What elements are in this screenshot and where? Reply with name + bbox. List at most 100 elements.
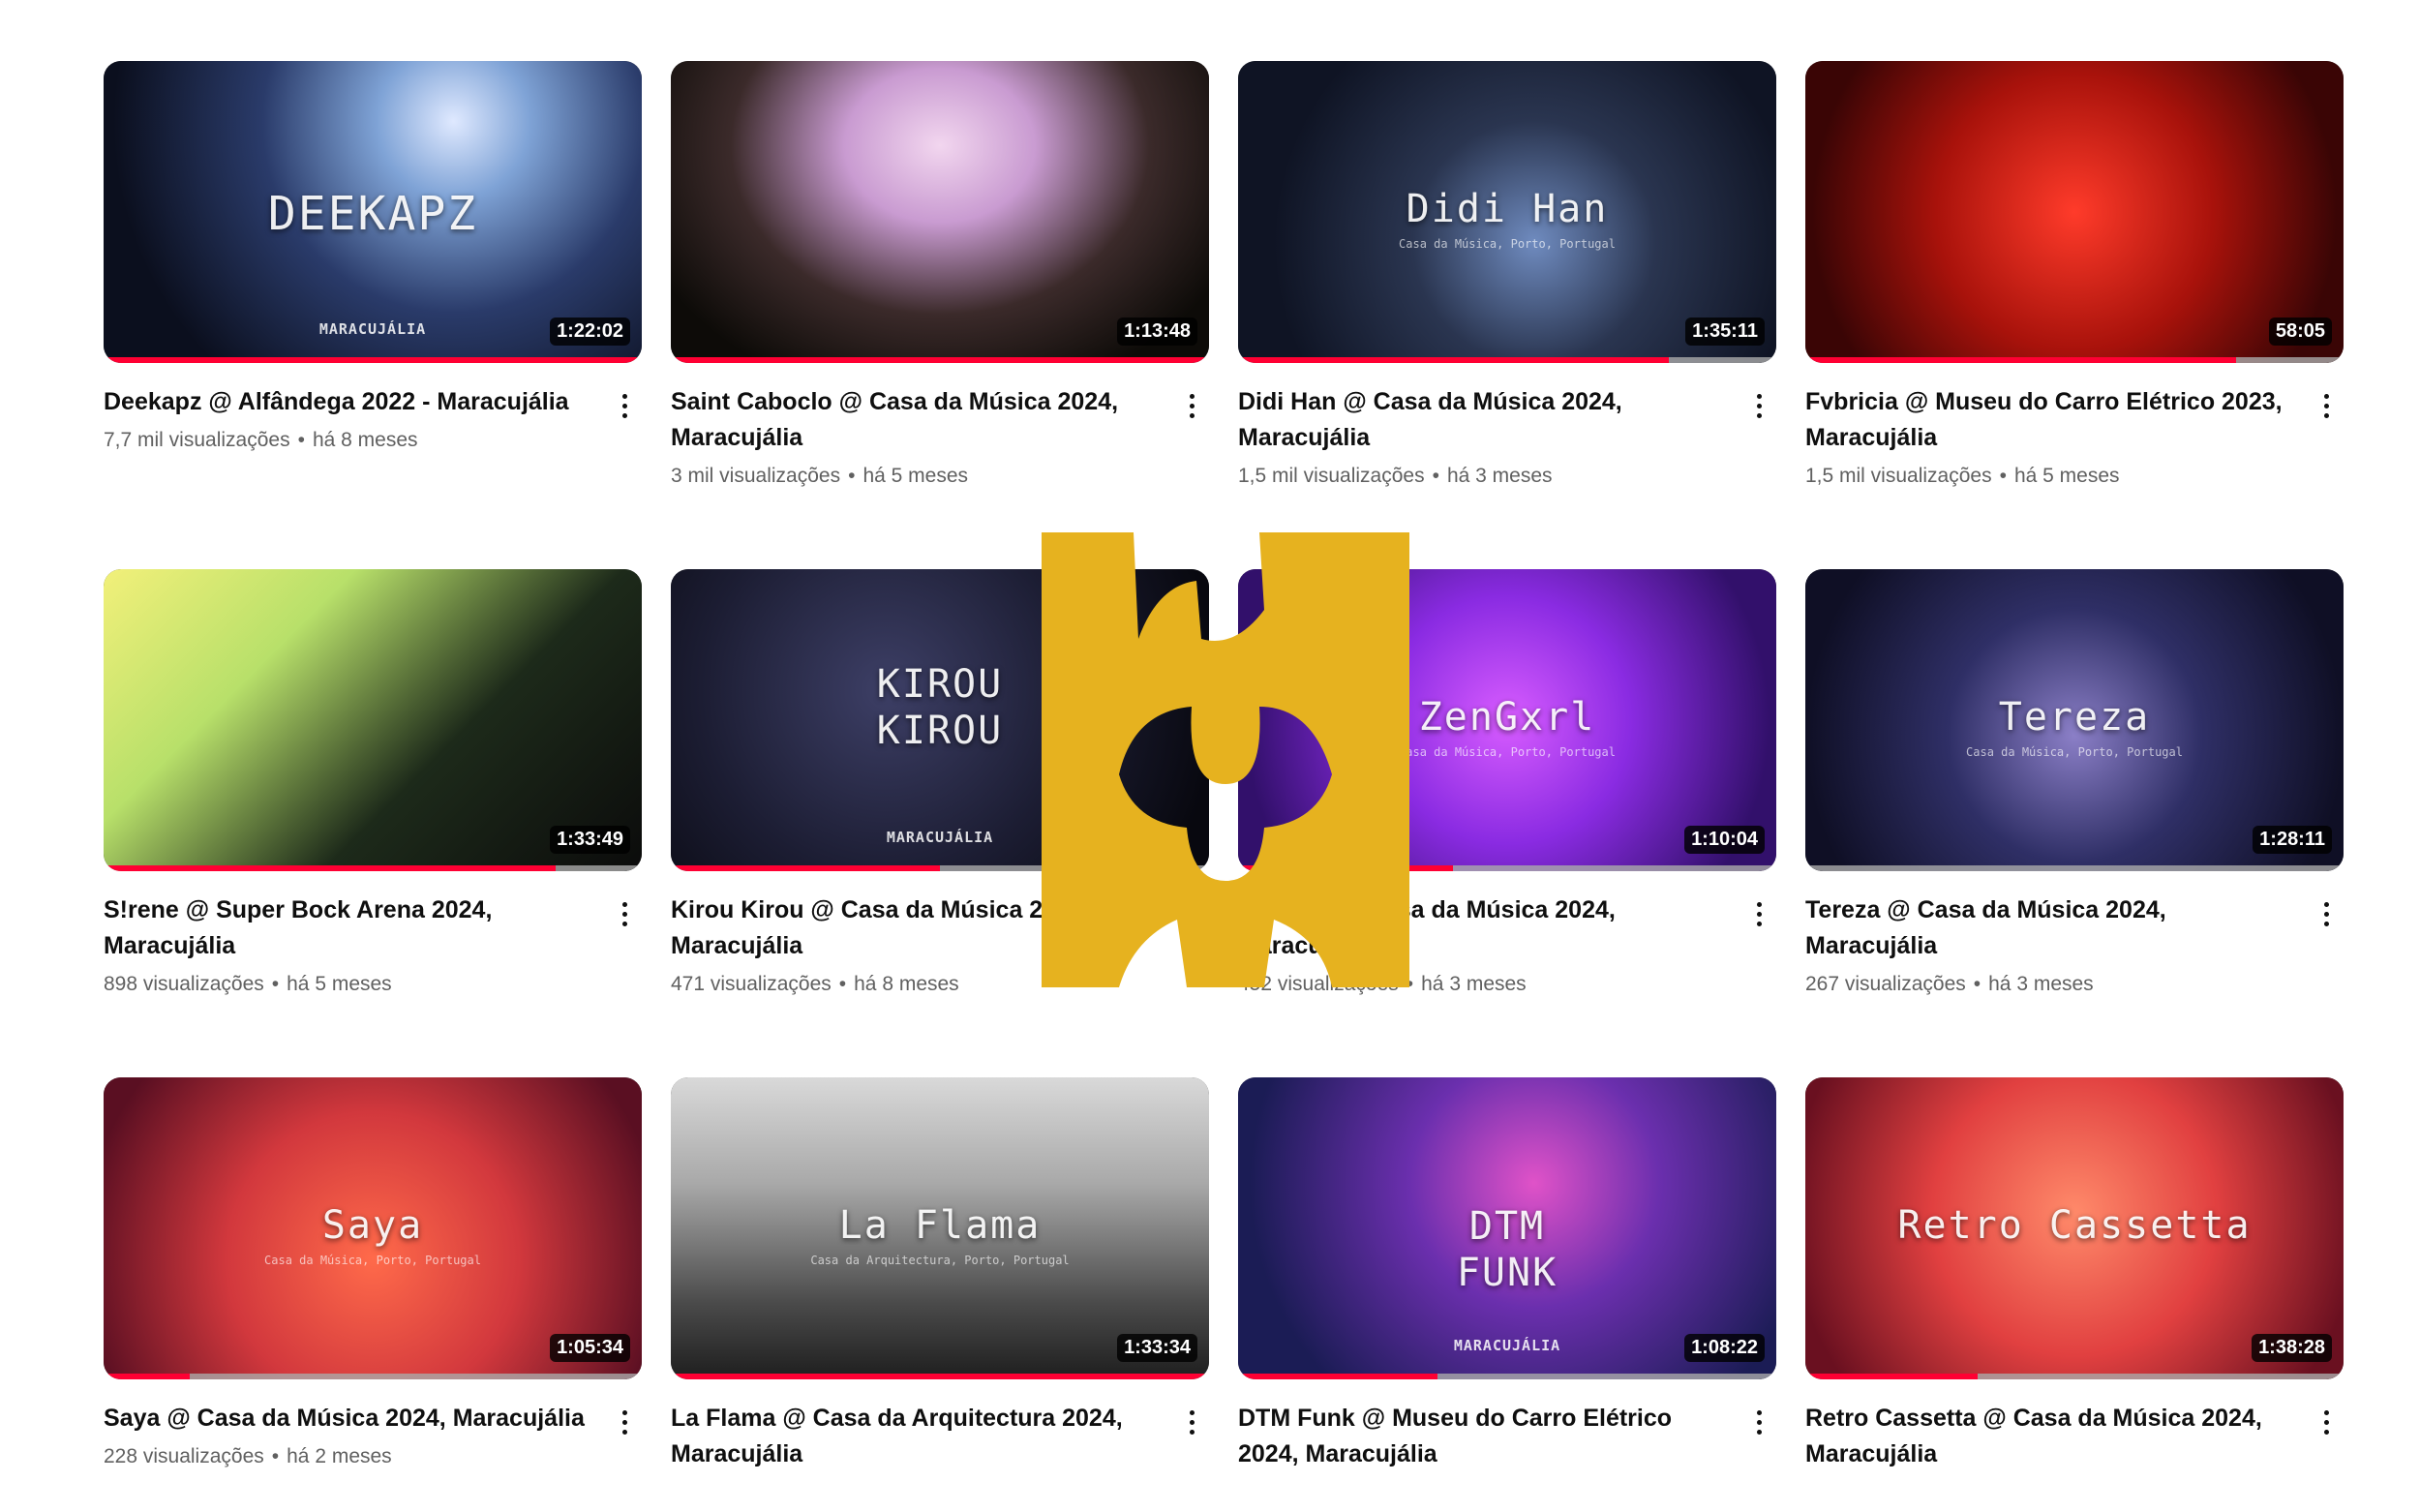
video-title[interactable]: Deekapz @ Alfândega 2022 - Maracujália bbox=[104, 384, 595, 420]
watch-progress-bar bbox=[104, 865, 642, 871]
watch-progress-fill bbox=[671, 865, 940, 871]
upload-age: há 3 meses bbox=[1446, 465, 1553, 487]
thumbnail-overlay-title: La Flama bbox=[838, 1203, 1042, 1248]
more-options-icon[interactable] bbox=[1178, 388, 1205, 423]
more-options-icon[interactable] bbox=[1745, 896, 1772, 931]
upload-age: há 2 meses bbox=[287, 1445, 392, 1467]
watch-progress-fill bbox=[671, 357, 1209, 363]
video-title[interactable]: Saya @ Casa da Música 2024, Maracujália bbox=[104, 1401, 595, 1436]
thumbnail-overlay-subtitle: Casa da Música, Porto, Portugal bbox=[264, 1254, 481, 1267]
thumbnail-overlay-title: Retro Cassetta bbox=[1897, 1203, 2252, 1248]
more-options-icon[interactable] bbox=[2313, 1405, 2340, 1439]
more-options-icon[interactable] bbox=[611, 388, 638, 423]
video-thumbnail[interactable]: Didi Han Casa da Música, Porto, Portugal 1… bbox=[1238, 61, 1776, 363]
video-title[interactable]: Didi Han @ Casa da Música 2024, Maracujá… bbox=[1238, 384, 1730, 456]
video-meta: S!rene @ Super Bock Arena 2024, Maracujá… bbox=[104, 892, 642, 999]
thumbnail-overlay-title: DTM FUNK bbox=[1456, 1204, 1558, 1295]
thumbnail-overlay-subtitle: Casa da Arquitectura, Porto, Portugal bbox=[810, 1254, 1070, 1267]
watch-progress-bar bbox=[1805, 357, 2344, 363]
view-count: 267 visualizações bbox=[1805, 973, 1966, 995]
more-options-icon[interactable] bbox=[611, 1405, 638, 1439]
video-title[interactable]: Fvbricia @ Museu do Carro Elétrico 2023,… bbox=[1805, 384, 2297, 456]
duration-badge: 1:33:49 bbox=[550, 826, 630, 854]
duration-badge: 1:38:28 bbox=[2252, 1334, 2332, 1362]
video-meta: La Flama @ Casa da Arquitectura 2024, Ma… bbox=[671, 1401, 1209, 1472]
video-title[interactable]: Retro Cassetta @ Casa da Música 2024, Ma… bbox=[1805, 1401, 2297, 1472]
thumbnail-overlay-title: KIROU KIROU bbox=[876, 662, 1004, 753]
view-count: 3 mil visualizações bbox=[671, 465, 841, 487]
video-thumbnail[interactable]: Tereza Casa da Música, Porto, Portugal 1:2… bbox=[1805, 569, 2344, 871]
video-card[interactable]: 58:05 Fvbricia @ Museu do Carro Elétrico … bbox=[1805, 61, 2344, 491]
separator-dot: • bbox=[1973, 973, 1981, 995]
watch-progress-fill bbox=[1805, 1374, 1978, 1379]
video-card[interactable]: La Flama Casa da Arquitectura, Porto, Por… bbox=[671, 1077, 1209, 1472]
duration-badge: 1:10:04 bbox=[1684, 826, 1765, 854]
thumbnail-overlay-title: Tereza bbox=[1998, 695, 2151, 740]
thumbnail-overlay-title: Saya bbox=[321, 1203, 424, 1248]
watch-progress-fill bbox=[1238, 1374, 1437, 1379]
view-count: 471 visualizações bbox=[671, 973, 832, 995]
video-thumbnail[interactable]: 1:13:48 bbox=[671, 61, 1209, 363]
separator-dot: • bbox=[848, 465, 856, 487]
duration-badge: 1:08:22 bbox=[1684, 1334, 1765, 1362]
video-meta: DTM Funk @ Museu do Carro Elétrico 2024,… bbox=[1238, 1401, 1776, 1472]
separator-dot: • bbox=[1432, 465, 1439, 487]
watch-progress-bar bbox=[1805, 1374, 2344, 1379]
video-card[interactable]: DEEKAPZ MARACUJÁLIA 1:22:02 Deekapz @ Alfân… bbox=[104, 61, 642, 455]
video-stats: 898 visualizações • há 5 meses bbox=[104, 970, 595, 999]
video-meta: Deekapz @ Alfândega 2022 - Maracujália 7,… bbox=[104, 384, 642, 455]
video-card[interactable]: Saya Casa da Música, Porto, Portugal 1:05:… bbox=[104, 1077, 642, 1471]
video-card[interactable]: 1:13:48 Saint Caboclo @ Casa da Música 20… bbox=[671, 61, 1209, 491]
watch-progress-bar bbox=[104, 1374, 642, 1379]
duration-badge: 1:28:11 bbox=[2253, 826, 2332, 854]
view-count: 1,5 mil visualizações bbox=[1805, 465, 1992, 487]
video-card[interactable]: Didi Han Casa da Música, Porto, Portugal 1… bbox=[1238, 61, 1776, 491]
watch-progress-bar bbox=[1238, 357, 1776, 363]
more-options-icon[interactable] bbox=[1745, 388, 1772, 423]
thumbnail-overlay-subtitle: Casa da Música, Porto, Portugal bbox=[1399, 237, 1616, 251]
video-title[interactable]: La Flama @ Casa da Arquitectura 2024, Ma… bbox=[671, 1401, 1163, 1472]
video-stats: 228 visualizações • há 2 meses bbox=[104, 1442, 595, 1471]
separator-dot: • bbox=[838, 973, 847, 995]
video-stats: 1,5 mil visualizações • há 3 meses bbox=[1238, 462, 1730, 491]
video-title[interactable]: Tereza @ Casa da Música 2024, Maracujáli… bbox=[1805, 892, 2297, 964]
duration-badge: 1:05:34 bbox=[550, 1334, 630, 1362]
more-options-icon[interactable] bbox=[2313, 388, 2340, 423]
watch-progress-bar bbox=[671, 1374, 1209, 1379]
more-options-icon[interactable] bbox=[1178, 1405, 1205, 1439]
more-options-icon[interactable] bbox=[611, 896, 638, 931]
watch-progress-fill bbox=[1805, 357, 2236, 363]
video-card[interactable]: 1:33:49 S!rene @ Super Bock Arena 2024, M… bbox=[104, 569, 642, 999]
video-stats: 1,5 mil visualizações • há 5 meses bbox=[1805, 462, 2297, 491]
thumbnail-overlay-subtitle: Casa da Música, Porto, Portugal bbox=[1966, 745, 2183, 759]
view-count: 898 visualizações bbox=[104, 973, 264, 995]
view-count: 7,7 mil visualizações bbox=[104, 429, 290, 451]
video-thumbnail[interactable]: Saya Casa da Música, Porto, Portugal 1:05:… bbox=[104, 1077, 642, 1379]
video-card[interactable]: Retro Cassetta 1:38:28 Retro Cassetta @ Ca… bbox=[1805, 1077, 2344, 1472]
video-thumbnail[interactable]: DTM FUNK MARACUJÁLIA 1:08:22 bbox=[1238, 1077, 1776, 1379]
video-thumbnail[interactable]: 1:33:49 bbox=[104, 569, 642, 871]
more-options-icon[interactable] bbox=[2313, 896, 2340, 931]
video-title[interactable]: DTM Funk @ Museu do Carro Elétrico 2024,… bbox=[1238, 1401, 1730, 1472]
thumbnail-image bbox=[1805, 61, 2344, 363]
upload-age: há 5 meses bbox=[287, 973, 392, 995]
video-thumbnail[interactable]: Retro Cassetta 1:38:28 bbox=[1805, 1077, 2344, 1379]
video-card[interactable]: Tereza Casa da Música, Porto, Portugal 1:2… bbox=[1805, 569, 2344, 999]
video-thumbnail[interactable]: DEEKAPZ MARACUJÁLIA 1:22:02 bbox=[104, 61, 642, 363]
video-meta: Tereza @ Casa da Música 2024, Maracujáli… bbox=[1805, 892, 2344, 999]
video-title[interactable]: S!rene @ Super Bock Arena 2024, Maracujá… bbox=[104, 892, 595, 964]
video-thumbnail[interactable]: La Flama Casa da Arquitectura, Porto, Por… bbox=[671, 1077, 1209, 1379]
view-count: 1,5 mil visualizações bbox=[1238, 465, 1425, 487]
video-card[interactable]: DTM FUNK MARACUJÁLIA 1:08:22 DTM Funk @ Mus… bbox=[1238, 1077, 1776, 1472]
watch-progress-fill bbox=[1238, 357, 1669, 363]
video-thumbnail[interactable]: 58:05 bbox=[1805, 61, 2344, 363]
thumbnail-overlay-title: DEEKAPZ bbox=[267, 187, 478, 241]
video-meta: Fvbricia @ Museu do Carro Elétrico 2023,… bbox=[1805, 384, 2344, 491]
watch-progress-fill bbox=[104, 1374, 190, 1379]
video-title[interactable]: Saint Caboclo @ Casa da Música 2024, Mar… bbox=[671, 384, 1163, 456]
video-meta: Saint Caboclo @ Casa da Música 2024, Mar… bbox=[671, 384, 1209, 491]
duration-badge: 1:33:34 bbox=[1117, 1334, 1197, 1362]
upload-age: há 3 meses bbox=[1421, 973, 1527, 995]
more-options-icon[interactable] bbox=[1745, 1405, 1772, 1439]
separator-dot: • bbox=[271, 973, 280, 995]
